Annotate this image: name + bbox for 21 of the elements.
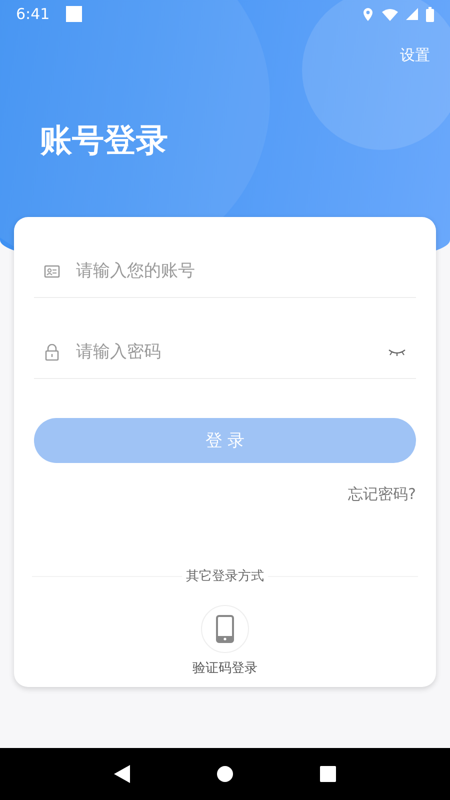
closed-eye-icon[interactable]	[388, 348, 406, 357]
other-login-label: 其它登录方式	[182, 566, 268, 585]
back-icon[interactable]	[114, 765, 130, 783]
location-icon	[362, 6, 374, 22]
phone-icon	[216, 614, 234, 643]
wifi-icon	[382, 8, 398, 20]
id-card-icon	[44, 264, 60, 279]
password-field[interactable]: 请输入密码	[74, 341, 374, 364]
recents-icon[interactable]	[320, 766, 336, 782]
notification-icon	[66, 6, 82, 22]
phone-login-button[interactable]	[201, 604, 249, 653]
forgot-password-link[interactable]: 忘记密码?	[348, 484, 416, 504]
method-label: 验证码登录	[192, 660, 258, 677]
settings-link[interactable]: 设置	[400, 46, 450, 65]
account-field[interactable]: 请输入您的账号	[74, 260, 406, 282]
page-title: 账号登录	[40, 120, 168, 161]
home-icon[interactable]	[216, 766, 233, 782]
battery-icon	[426, 6, 434, 22]
status-time: 6:41	[16, 5, 50, 23]
lock-icon	[44, 344, 60, 361]
signal-icon	[406, 8, 418, 20]
